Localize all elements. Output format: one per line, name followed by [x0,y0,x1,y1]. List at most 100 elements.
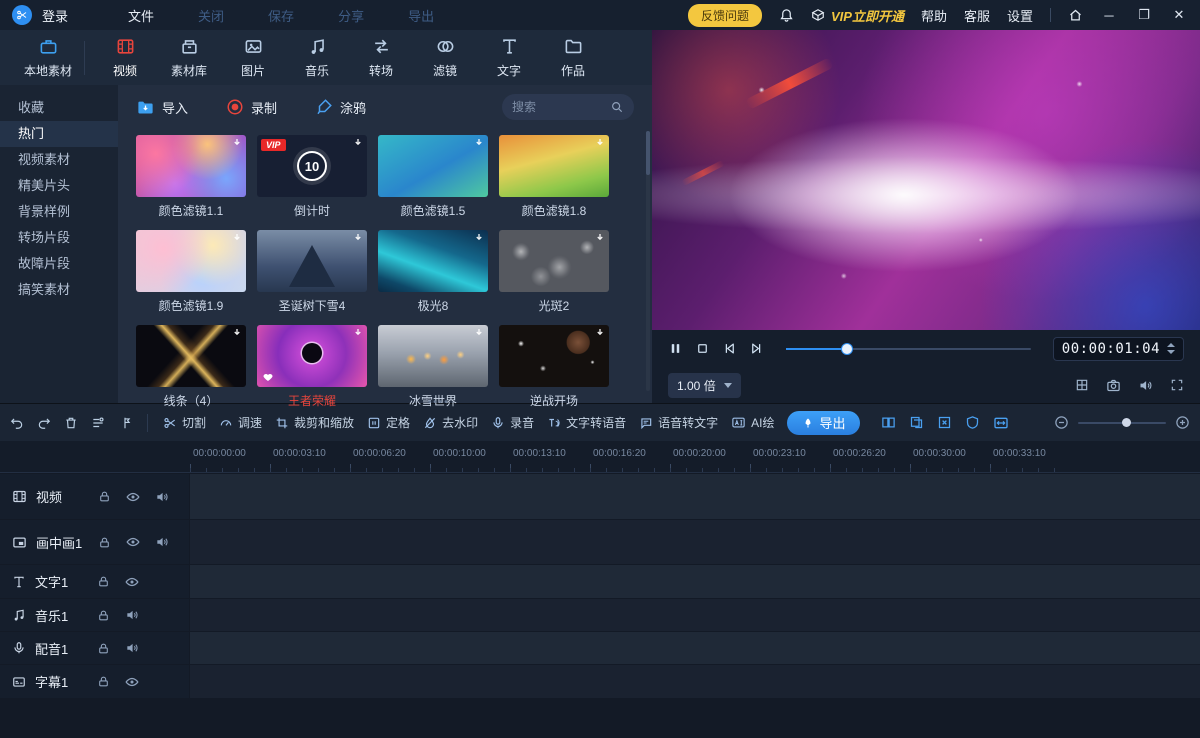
zoom-out-icon[interactable] [1054,415,1069,430]
redo-icon[interactable] [37,416,51,430]
track-header-music[interactable]: 音乐1 [0,599,189,631]
tab-text[interactable]: 文字 [477,37,541,79]
sidebar-item-glitch[interactable]: 故障片段 [0,251,118,277]
speaker-icon[interactable] [155,490,169,504]
download-icon[interactable] [231,137,243,149]
track-lane-subtitle[interactable] [190,665,1200,698]
export-button[interactable]: 导出 [787,410,861,435]
undo-icon[interactable] [10,416,24,430]
material-thumbnail[interactable] [257,230,367,292]
download-icon[interactable] [473,327,485,339]
sidebar-item-transitions[interactable]: 转场片段 [0,225,118,251]
cover-shield-icon[interactable] [965,415,980,430]
material-thumbnail[interactable] [257,325,367,387]
track-lane-text[interactable] [190,565,1200,598]
tab-material-library[interactable]: 素材库 [157,37,221,79]
speaker-icon[interactable] [155,535,169,549]
remove-watermark-tool[interactable]: 去水印 [423,414,478,431]
seek-handle[interactable] [842,343,853,354]
step-up-icon[interactable] [1167,343,1175,347]
track-lane-voiceover[interactable] [190,632,1200,664]
playback-speed-select[interactable]: 1.00 倍 [668,372,741,398]
menu-file[interactable]: 文件 [128,6,154,25]
eye-icon[interactable] [126,490,140,504]
sidebar-item-intros[interactable]: 精美片头 [0,173,118,199]
search-input[interactable] [512,100,604,114]
tab-works[interactable]: 作品 [541,37,605,79]
lock-icon[interactable] [97,575,110,588]
close-button[interactable]: ✕ [1170,7,1188,23]
ai-tool[interactable]: AI绘 [731,414,774,431]
maximize-button[interactable]: ❐ [1135,7,1153,23]
safe-area-grid-icon[interactable] [1075,378,1089,392]
video-preview[interactable] [652,30,1200,330]
sidebar-item-funny[interactable]: 搞笑素材 [0,277,118,303]
sidebar-item-video-material[interactable]: 视频素材 [0,147,118,173]
sidebar-item-hot[interactable]: 热门 [0,121,118,147]
eye-icon[interactable] [125,675,139,689]
download-icon[interactable] [594,232,606,244]
import-button[interactable]: 导入 [136,98,188,117]
material-card[interactable]: 颜色滤镜1.1 [136,135,246,219]
doodle-button[interactable]: 涂鸦 [315,98,366,117]
cut-tool[interactable]: 切割 [163,414,206,431]
material-card[interactable]: 光斑2 [499,230,609,314]
lock-icon[interactable] [97,675,110,688]
material-card[interactable]: 逆战开场 [499,325,609,409]
track-lane-music[interactable] [190,599,1200,631]
eye-icon[interactable] [126,535,140,549]
speaker-icon[interactable] [125,608,139,622]
sidebar-item-backgrounds[interactable]: 背景样例 [0,199,118,225]
search-box[interactable] [502,94,634,120]
track-header-text[interactable]: 文字1 [0,565,189,598]
pause-button[interactable] [668,341,683,356]
tab-music[interactable]: 音乐 [285,37,349,79]
material-card[interactable]: 极光8 [378,230,488,314]
track-header-voiceover[interactable]: 配音1 [0,632,189,664]
zoom-in-icon[interactable] [1175,415,1190,430]
vip-upgrade-button[interactable]: VIP立即开通 [811,6,904,25]
tab-video[interactable]: 视频 [93,37,157,79]
material-card[interactable]: VIP 10 倒计时 [257,135,367,219]
help-button[interactable]: 帮助 [921,6,947,25]
previous-frame-button[interactable] [722,341,737,356]
track-lane-video[interactable] [190,474,1200,519]
lock-icon[interactable] [98,490,111,503]
lock-icon[interactable] [97,609,110,622]
favorite-heart-icon[interactable] [262,371,274,383]
snapshot-camera-icon[interactable] [1106,378,1121,393]
material-card[interactable]: 颜色滤镜1.8 [499,135,609,219]
record-audio-tool[interactable]: 录音 [491,414,534,431]
zoom-slider[interactable] [1078,418,1166,427]
material-thumbnail[interactable] [499,230,609,292]
material-thumbnail[interactable] [499,325,609,387]
feedback-button[interactable]: 反馈问题 [687,3,762,27]
speaker-icon[interactable] [125,641,139,655]
download-icon[interactable] [352,232,364,244]
stop-button[interactable] [695,341,710,356]
tab-image[interactable]: 图片 [221,37,285,79]
material-card[interactable]: 王者荣耀 [257,325,367,409]
split-screen-icon[interactable] [881,415,896,430]
track-header-pip[interactable]: 画中画1 [0,520,189,564]
material-thumbnail[interactable] [378,230,488,292]
text-to-speech-tool[interactable]: 文字转语音 [547,414,626,431]
close-gap-icon[interactable] [937,415,952,430]
freeze-frame-tool[interactable]: 定格 [367,414,410,431]
marker-icon[interactable] [118,416,132,430]
minimize-button[interactable]: ─ [1100,8,1118,23]
download-icon[interactable] [231,327,243,339]
download-icon[interactable] [473,137,485,149]
fullscreen-icon[interactable] [1170,378,1184,392]
login-button[interactable]: 登录 [42,6,68,25]
settings-button[interactable]: 设置 [1007,6,1033,25]
fit-screen-icon[interactable] [993,415,1009,431]
seek-slider[interactable] [786,343,1031,354]
download-icon[interactable] [473,232,485,244]
lock-icon[interactable] [97,642,110,655]
support-button[interactable]: 客服 [964,6,990,25]
eye-icon[interactable] [125,575,139,589]
volume-icon[interactable] [1138,378,1153,393]
record-button[interactable]: 录制 [226,98,277,117]
delete-icon[interactable] [64,416,78,430]
